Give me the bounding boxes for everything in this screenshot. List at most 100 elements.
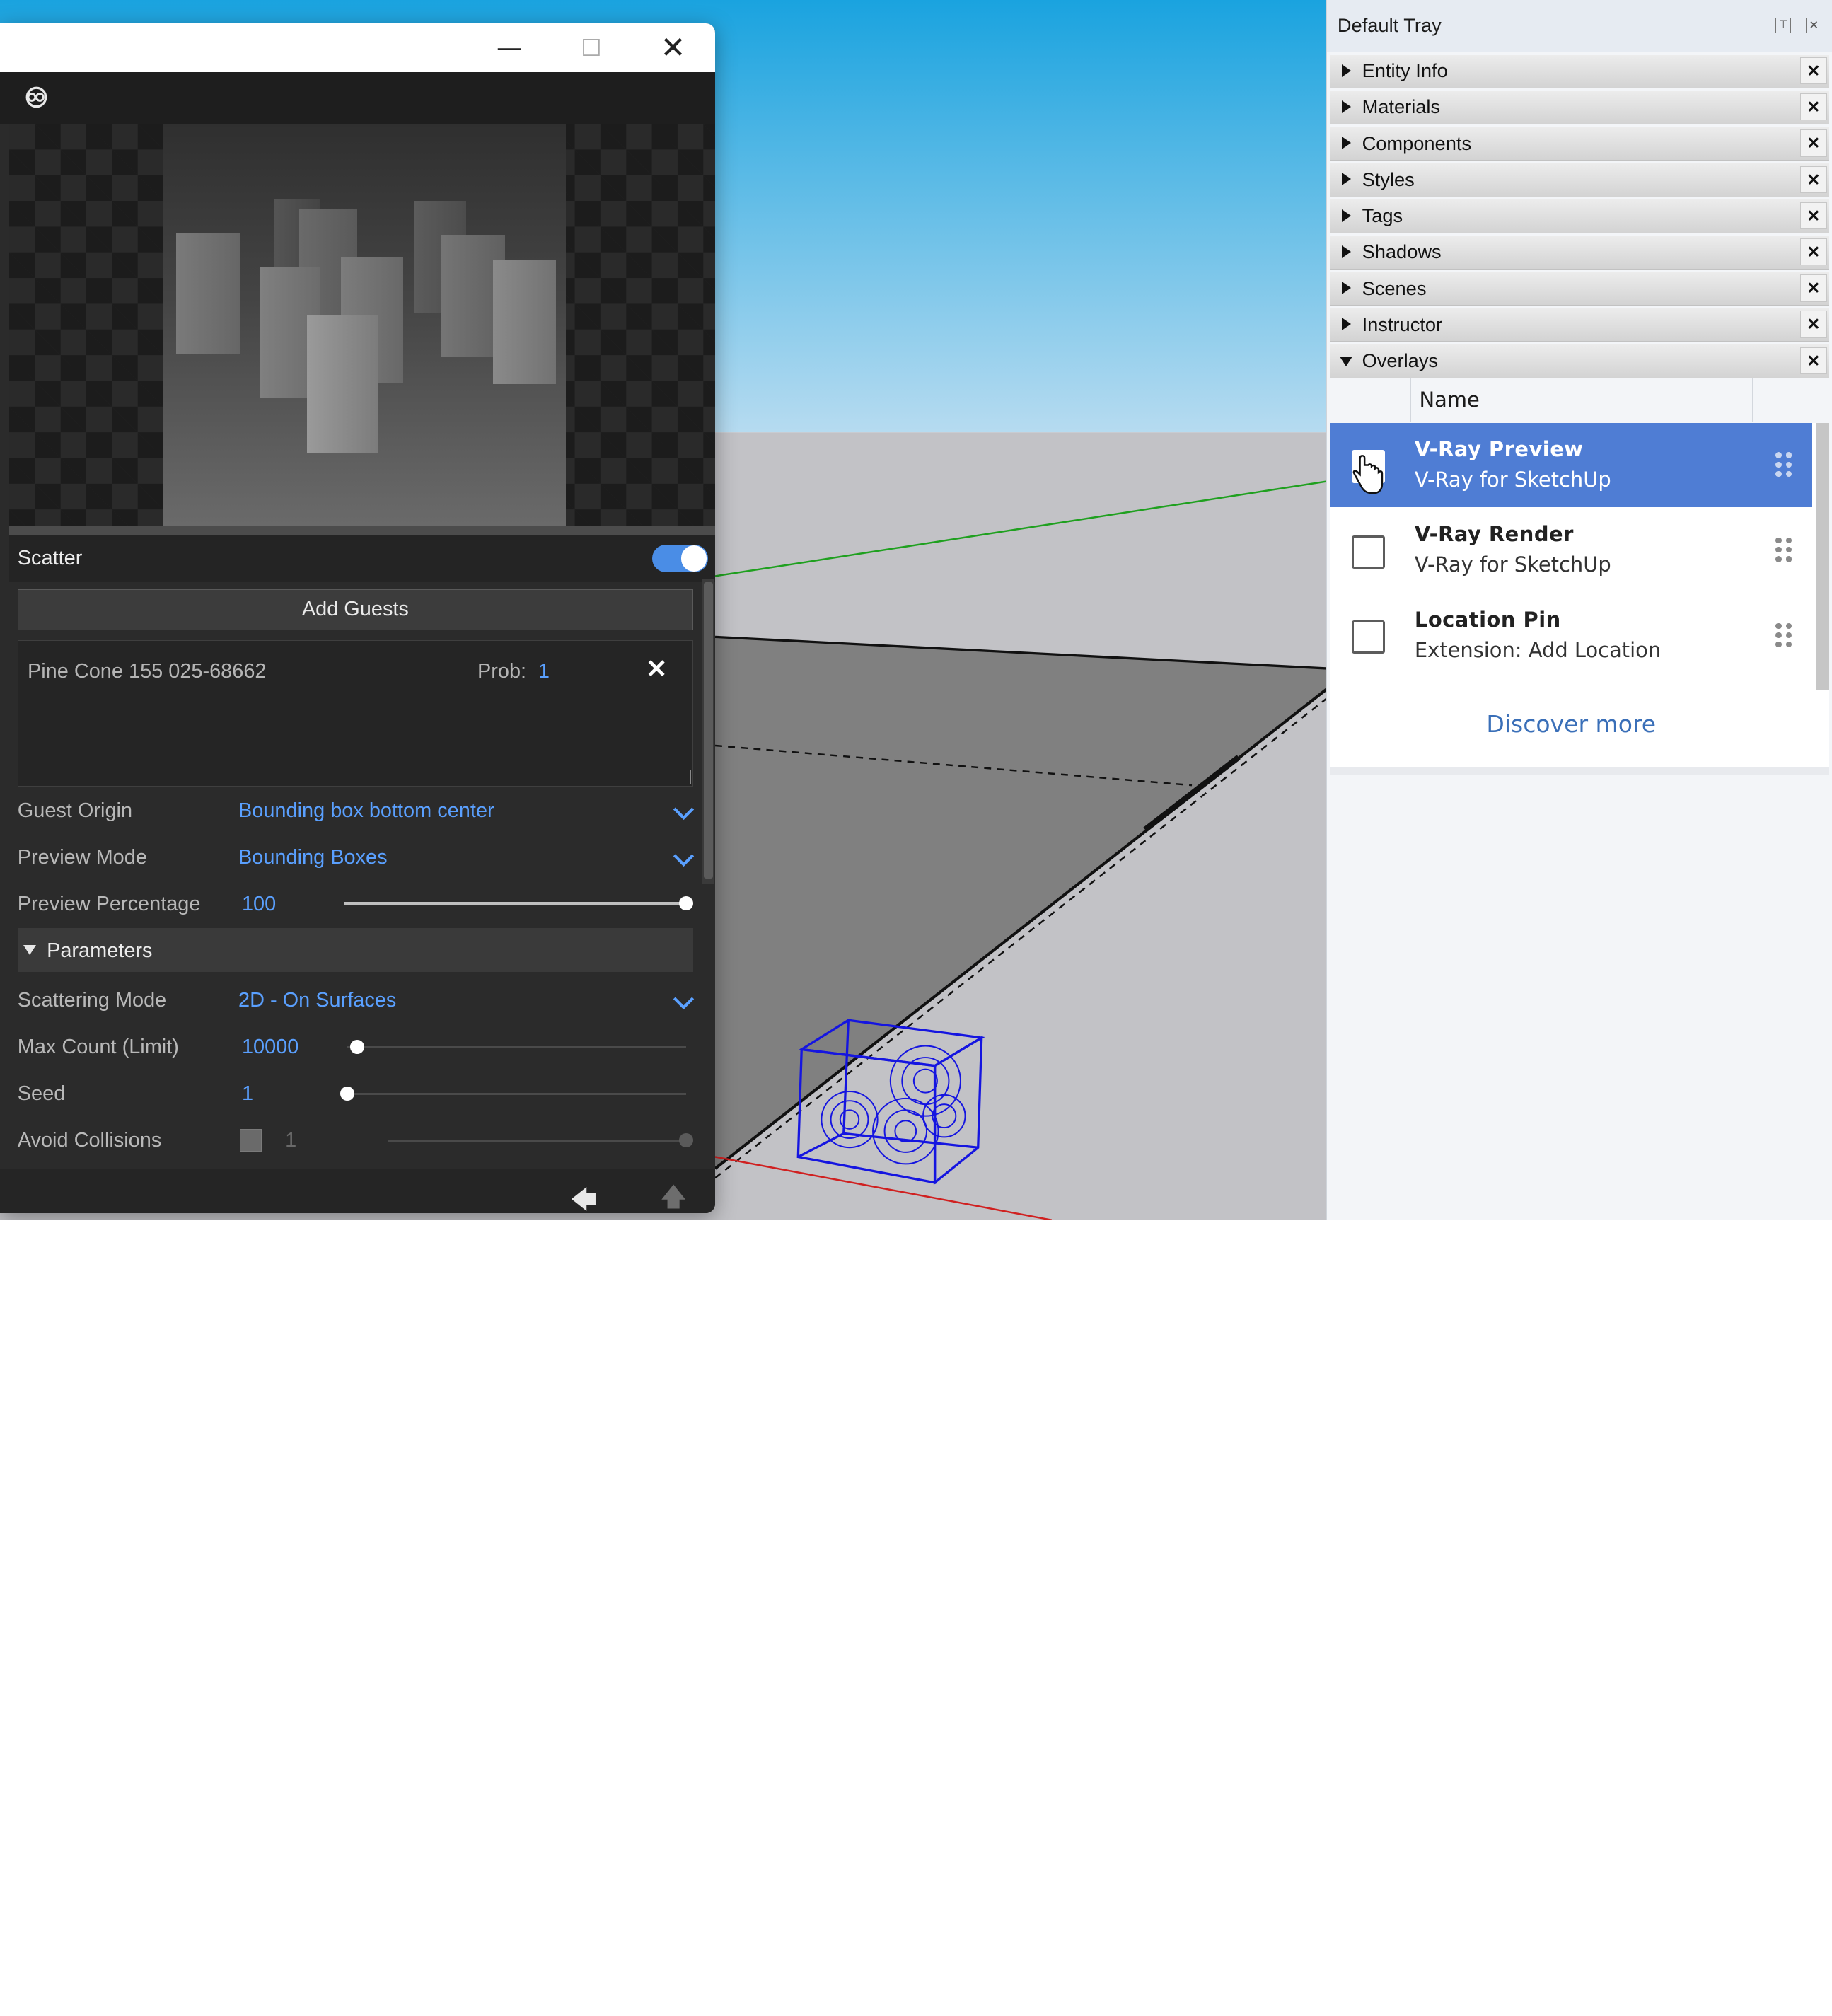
overlay-item-v-ray-preview[interactable]: V-Ray Preview V-Ray for SketchUp (1330, 423, 1812, 507)
avoid-collisions-checkbox[interactable] (239, 1128, 262, 1152)
tray-panel-entity-info[interactable]: Entity Info ✕ (1330, 54, 1830, 88)
triangle-right-icon[interactable] (1342, 100, 1352, 114)
guest-list[interactable]: Pine Cone 155 025-68662 Prob: 1 ✕ (17, 640, 693, 787)
avoid-collisions-slider-track (388, 1139, 686, 1142)
tray-panel-materials[interactable]: Materials ✕ (1330, 91, 1830, 125)
guest-origin-dropdown[interactable]: Bounding box bottom center (238, 799, 494, 823)
overlay-item-v-ray-render[interactable]: V-Ray Render V-Ray for SketchUp (1330, 509, 1812, 593)
scatter-window: — ☐ ✕ Scatter Add Guests Pine Cone 155 0… (0, 23, 716, 1213)
max-count-slider-knob[interactable] (350, 1040, 364, 1055)
tray-panel-label[interactable]: Entity Info (1362, 59, 1448, 82)
overlay-source: V-Ray for SketchUp (1414, 467, 1611, 492)
seed-value[interactable]: 1 (242, 1082, 253, 1106)
overlays-panel-bottom-border (1330, 766, 1830, 775)
window-titlebar[interactable]: — ☐ ✕ (0, 23, 716, 73)
preview-percentage-value[interactable]: 100 (242, 893, 276, 916)
triangle-right-icon[interactable] (1342, 209, 1352, 222)
scatter-header (9, 535, 715, 582)
scatter-plugin-icon[interactable] (21, 82, 52, 112)
tray-panel-label[interactable]: Instructor (1362, 313, 1443, 336)
panel-close-icon[interactable]: ✕ (1799, 166, 1828, 193)
tray-panel-styles[interactable]: Styles ✕ (1330, 163, 1830, 197)
chevron-down-icon[interactable] (672, 852, 695, 868)
panel-close-icon[interactable]: ✕ (1799, 129, 1828, 157)
panel-close-icon[interactable]: ✕ (1799, 311, 1828, 338)
overlay-title: V-Ray Render (1414, 522, 1574, 547)
scatter-enable-toggle[interactable] (651, 544, 709, 573)
remove-guest-icon[interactable]: ✕ (646, 654, 667, 684)
panel-close-icon[interactable]: ✕ (1799, 274, 1828, 302)
add-guests-button[interactable]: Add Guests (17, 589, 693, 630)
tray-panel-label[interactable]: Scenes (1362, 277, 1427, 300)
scatter-title: Scatter (17, 547, 83, 570)
max-count-value[interactable]: 10000 (242, 1036, 298, 1059)
overlay-checkbox[interactable] (1351, 620, 1385, 654)
tray-panel-label[interactable]: Components (1362, 132, 1472, 155)
guest-name[interactable]: Pine Cone 155 025-68662 (28, 660, 267, 683)
preview-percentage-slider-knob[interactable] (678, 896, 693, 910)
triangle-right-icon[interactable] (1342, 318, 1352, 331)
maximize-button[interactable]: ☐ (550, 23, 632, 72)
overlay-source: Extension: Add Location (1414, 637, 1662, 662)
caret-down-icon[interactable] (23, 945, 37, 956)
parameters-title[interactable]: Parameters (47, 939, 152, 963)
seed-slider-knob[interactable] (340, 1087, 354, 1101)
preview-percentage-slider-track[interactable] (344, 902, 686, 905)
panel-close-icon[interactable]: ✕ (1799, 202, 1828, 230)
triangle-right-icon[interactable] (1342, 137, 1352, 150)
panel-close-icon[interactable]: ✕ (1799, 93, 1828, 121)
panel-close-icon[interactable]: ✕ (1799, 347, 1828, 374)
preview-box (493, 260, 557, 385)
tray-panel-tags[interactable]: Tags ✕ (1330, 199, 1830, 233)
up-arrow-icon[interactable]: 🡅 (660, 1178, 686, 1213)
drag-handle-icon[interactable] (1775, 452, 1794, 477)
tray-panel-label[interactable]: Overlays (1362, 349, 1439, 372)
tray-panel-label[interactable]: Shadows (1362, 241, 1442, 263)
preview-box (176, 232, 241, 354)
tray-panel-components[interactable]: Components ✕ (1330, 127, 1830, 161)
tray-panel-label[interactable]: Styles (1362, 168, 1415, 191)
triangle-down-icon[interactable] (1340, 356, 1353, 367)
max-count-slider-track[interactable] (347, 1045, 686, 1048)
close-icon[interactable]: ✕ (1806, 17, 1822, 33)
overlays-list: V-Ray Preview V-Ray for SketchUp V-Ray Ren… (1330, 423, 1830, 767)
drag-handle-icon[interactable] (1775, 537, 1794, 563)
guest-origin-label: Guest Origin (17, 799, 133, 822)
discover-more-link[interactable]: Discover more (1330, 710, 1812, 738)
triangle-right-icon[interactable] (1342, 245, 1352, 258)
tray-panel-shadows[interactable]: Shadows ✕ (1330, 236, 1830, 270)
triangle-right-icon[interactable] (1342, 282, 1352, 295)
minimize-button[interactable]: — (468, 23, 550, 72)
overlay-item-location-pin[interactable]: Location Pin Extension: Add Location (1330, 593, 1812, 678)
triangle-right-icon[interactable] (1342, 64, 1352, 77)
tray-panel-label[interactable]: Materials (1362, 95, 1441, 118)
pin-icon[interactable]: ⊤ (1775, 17, 1792, 33)
close-button[interactable]: ✕ (632, 23, 714, 72)
plugin-toolbar (0, 72, 716, 124)
panel-close-icon[interactable]: ✕ (1799, 238, 1828, 266)
resize-grip-icon[interactable] (676, 770, 692, 785)
preview-divider[interactable] (9, 526, 715, 535)
panel-scrollbar-thumb[interactable] (703, 581, 713, 879)
guest-prob-value[interactable]: 1 (538, 660, 550, 683)
name-column-header[interactable]: Name (1420, 388, 1480, 412)
chevron-down-icon[interactable] (672, 995, 695, 1011)
tray-panel-overlays[interactable]: Overlays ✕ (1330, 344, 1830, 378)
drag-handle-icon[interactable] (1775, 622, 1794, 649)
back-arrow-icon[interactable]: 🡄 (570, 1181, 597, 1213)
panel-close-icon[interactable]: ✕ (1799, 57, 1828, 85)
tray-panel-scenes[interactable]: Scenes ✕ (1330, 272, 1830, 306)
overlay-source: V-Ray for SketchUp (1414, 552, 1611, 577)
tray-panel-instructor[interactable]: Instructor ✕ (1330, 308, 1830, 342)
default-tray: Default Tray ⊤ ✕ Entity Info ✕ Materials ✕ C… (1326, 0, 1832, 1220)
overlay-checkbox[interactable] (1351, 535, 1385, 569)
avoid-collisions-slider-knob (678, 1133, 693, 1148)
chevron-down-icon[interactable] (672, 805, 695, 821)
tray-panel-label[interactable]: Tags (1362, 204, 1403, 227)
triangle-right-icon[interactable] (1342, 173, 1352, 186)
preview-mode-dropdown[interactable]: Bounding Boxes (238, 846, 388, 869)
column-divider (1410, 378, 1411, 422)
seed-slider-track[interactable] (347, 1092, 686, 1095)
overlays-scrollbar[interactable] (1815, 423, 1830, 690)
scattering-mode-dropdown[interactable]: 2D - On Surfaces (238, 989, 396, 1012)
